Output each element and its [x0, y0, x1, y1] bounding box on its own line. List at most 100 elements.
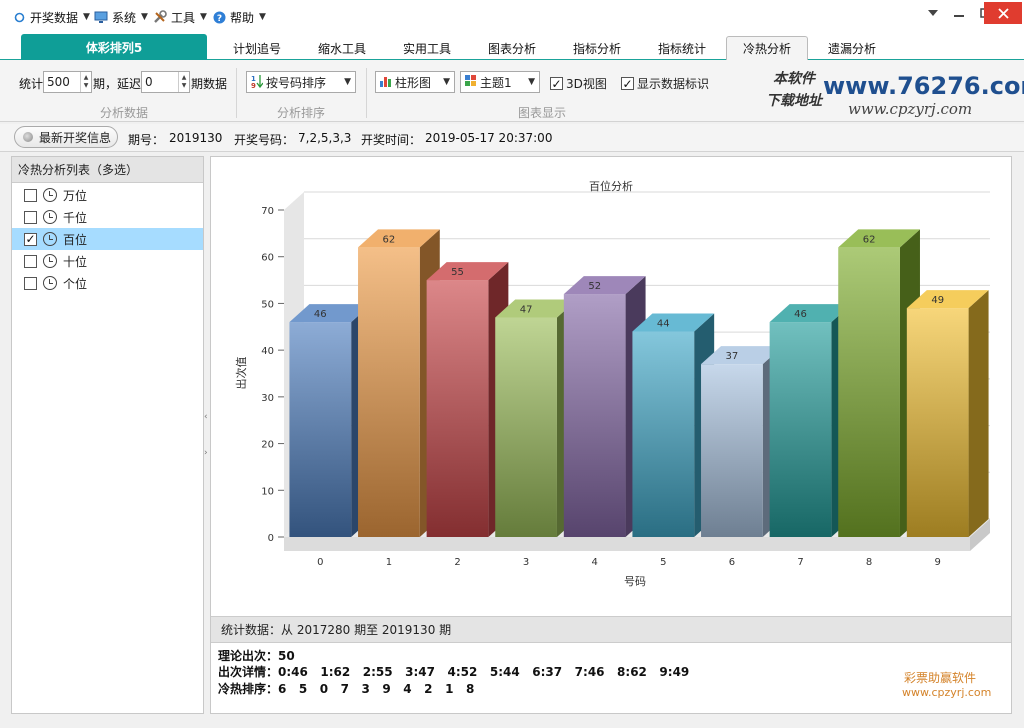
menu-system[interactable]: 系统 ▼: [94, 8, 148, 26]
spin-arrows-icon[interactable]: ▲ ▼: [80, 72, 91, 92]
tab-lottery-pl5[interactable]: 体彩排列5: [21, 34, 207, 60]
hot-cold-list-title: 冷热分析列表（多选）: [12, 157, 203, 183]
list-item-wan[interactable]: 万位: [12, 184, 203, 206]
clock-icon: [43, 188, 57, 202]
spin-arrows-icon[interactable]: ▲ ▼: [178, 72, 189, 92]
circle-icon: [12, 10, 26, 24]
chart-panel: 0 10 20 30 40 50 60 70 46 0 62 1 55 2 47 3 52 4 44 5 37 6 46 7 6…: [210, 156, 1012, 714]
numbers-label: 开奖号码：: [234, 133, 295, 147]
footer-watermark-name: 彩票助赢软件: [904, 671, 977, 685]
checkmark-icon: ✓: [550, 76, 563, 91]
tab-indicator-analysis[interactable]: 指标分析: [558, 36, 636, 60]
checkmark-icon: ✓: [621, 76, 634, 91]
menu-help[interactable]: ? 帮助 ▼: [212, 8, 266, 26]
tab-plan[interactable]: 计划追号: [218, 36, 296, 60]
list-item-ge[interactable]: 个位: [12, 272, 203, 294]
ribbon: 统计 500 ▲ ▼ 期，延迟 0 ▲ ▼ 期数据 分析数据 19 按号码排序 ▼ …: [0, 60, 1024, 122]
view3d-checkbox[interactable]: ✓ 3D视图: [550, 75, 607, 92]
y-tick-label: 20: [261, 440, 274, 451]
menu-bar: 开奖数据 ▼ 系统 ▼ 工具 ▼ ? 帮助 ▼: [0, 0, 1024, 32]
time-value: 2019-05-17 20:37:00: [425, 131, 553, 145]
list-item-bai[interactable]: ✓ 百位: [12, 228, 203, 250]
x-tick-label: 2: [454, 557, 460, 568]
delay-label: 期数据: [191, 77, 228, 91]
tab-utility[interactable]: 实用工具: [388, 36, 466, 60]
x-tick-label: 3: [523, 557, 529, 568]
menu-lottery-data[interactable]: 开奖数据 ▼: [12, 8, 90, 26]
tab-omission[interactable]: 遗漏分析: [813, 36, 891, 60]
stats-ranking: 冷热排序：6 5 0 7 3 9 4 2 1 8: [218, 682, 475, 696]
group-analysis-data-label: 分析数据: [99, 106, 148, 120]
minimize-button[interactable]: [946, 4, 972, 22]
collapse-left-icon[interactable]: ‹: [204, 412, 208, 422]
y-axis-title: 出次值: [234, 357, 248, 390]
x-tick-label: 9: [935, 557, 941, 568]
y-tick-label: 0: [268, 533, 274, 544]
x-tick-label: 1: [386, 557, 392, 568]
time-label: 开奖时间：: [361, 133, 422, 147]
x-tick-label: 8: [866, 557, 872, 568]
caret-down-icon: [928, 10, 938, 16]
bar-front: [701, 364, 763, 537]
data-label: 46: [794, 309, 807, 320]
data-label: 62: [863, 234, 876, 245]
group-chart-display-label: 图表显示: [517, 106, 566, 120]
period-count-input[interactable]: 500 ▲ ▼: [43, 71, 92, 93]
checkmark-icon[interactable]: ✓: [24, 232, 37, 246]
checkbox-unchecked-icon[interactable]: [24, 276, 37, 290]
chevron-down-icon: ▼: [528, 77, 535, 87]
list-item-shi[interactable]: 十位: [12, 250, 203, 272]
bar-front: [838, 247, 900, 537]
checkbox-unchecked-icon[interactable]: [24, 210, 37, 224]
data-label: 47: [520, 304, 533, 315]
svg-text:9: 9: [251, 82, 256, 88]
latest-draw-button[interactable]: 最新开奖信息: [14, 126, 118, 148]
tab-indicator-stats[interactable]: 指标统计: [643, 36, 721, 60]
expand-right-icon[interactable]: ›: [204, 448, 208, 458]
clock-icon: [43, 232, 57, 246]
data-label: 52: [588, 281, 601, 292]
chart-title: 百位分析: [589, 179, 633, 193]
tab-hot-cold[interactable]: 冷热分析: [726, 36, 808, 60]
chevron-down-icon: ▼: [344, 77, 351, 87]
data-label: 44: [657, 318, 670, 329]
close-icon: [997, 7, 1009, 19]
chevron-down-icon: ▼: [200, 12, 207, 22]
stat-label: 统计: [19, 77, 44, 91]
chart-type-select[interactable]: 柱形图 ▼: [375, 71, 455, 93]
x-tick-label: 5: [660, 557, 666, 568]
palette-icon: [465, 74, 477, 90]
x-axis-title: 号码: [624, 575, 646, 588]
data-label: 46: [314, 309, 327, 320]
tab-reduce[interactable]: 缩水工具: [303, 36, 381, 60]
ribbon-separator: [366, 68, 367, 118]
bar-chart-icon: [380, 75, 392, 90]
close-button[interactable]: [984, 2, 1022, 24]
tab-chart-analysis[interactable]: 图表分析: [473, 36, 551, 60]
checkbox-unchecked-icon[interactable]: [24, 188, 37, 202]
y-tick-label: 30: [261, 393, 274, 404]
bar-front: [769, 322, 832, 537]
hot-cold-list-panel: 冷热分析列表（多选） 万位 千位 ✓ 百位 十位 个位: [11, 156, 204, 714]
bar-front: [358, 247, 420, 537]
bar-front: [906, 308, 969, 537]
bar-front: [426, 280, 489, 537]
y-tick-label: 70: [261, 206, 274, 217]
minimize-icon: [954, 15, 964, 17]
menu-dropdown-button[interactable]: [920, 4, 946, 22]
show-data-labels-checkbox[interactable]: ✓ 显示数据标识: [621, 75, 709, 92]
checkbox-unchecked-icon[interactable]: [24, 254, 37, 268]
menu-tools[interactable]: 工具 ▼: [153, 8, 207, 26]
theme-select[interactable]: 主题1 ▼: [460, 71, 540, 93]
delay-input[interactable]: 0 ▲ ▼: [141, 71, 190, 93]
x-tick-label: 6: [729, 557, 735, 568]
x-tick-label: 0: [317, 557, 323, 568]
sort-select[interactable]: 19 按号码排序 ▼: [246, 71, 356, 93]
bar-chart: 0102030405060704606215524735244453764676…: [234, 179, 990, 588]
y-tick-label: 40: [261, 346, 274, 357]
clock-icon: [43, 210, 57, 224]
numbers-value: 7,2,5,3,3: [298, 131, 352, 145]
list-item-qian[interactable]: 千位: [12, 206, 203, 228]
chart-bar-9: [906, 290, 989, 537]
data-label: 62: [383, 234, 396, 245]
